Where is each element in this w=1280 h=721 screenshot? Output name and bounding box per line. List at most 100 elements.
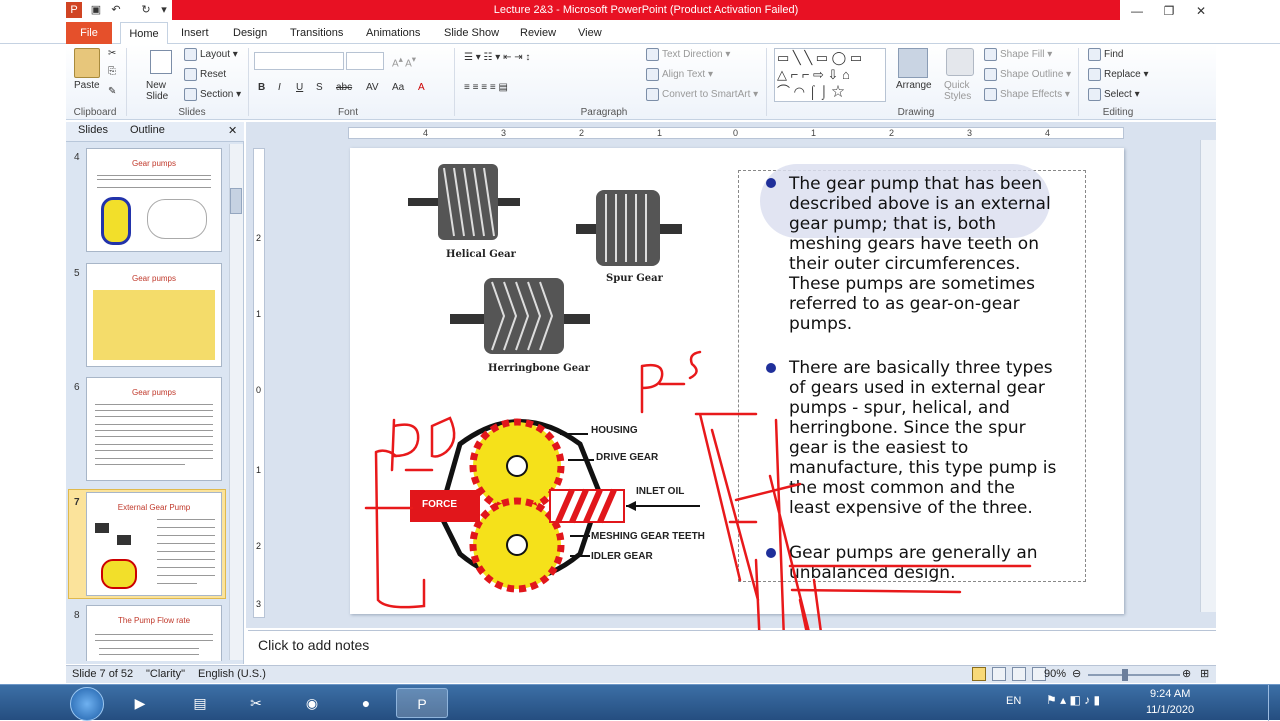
file-explorer-icon[interactable]: ▤	[174, 688, 226, 718]
chrome-icon[interactable]: ◉	[286, 688, 338, 718]
tab-animations[interactable]: Animations	[358, 22, 428, 44]
bullet-text-2[interactable]: There are basically three types of gears…	[789, 358, 1059, 518]
save-icon[interactable]: ▣	[88, 2, 104, 18]
bullets-icon[interactable]: ☰ ▾ ☷ ▾ ⇤ ⇥ ↕	[464, 52, 530, 63]
thumbnail-line	[157, 551, 215, 552]
reset-button[interactable]: Reset	[184, 68, 226, 81]
thumbnail-gear-image	[117, 535, 131, 545]
shape-fill-button[interactable]: Shape Fill ▾	[984, 48, 1052, 61]
tab-review[interactable]: Review	[512, 22, 564, 44]
align-text-button[interactable]: Align Text ▾	[646, 68, 713, 81]
layout-button[interactable]: Layout ▾	[184, 48, 238, 61]
show-desktop-button[interactable]	[1268, 685, 1280, 721]
arrange-icon[interactable]	[898, 48, 928, 78]
font-size-combo[interactable]	[346, 52, 384, 70]
minimize-button[interactable]: —	[1120, 0, 1154, 22]
meshing-teeth-label: MESHING GEAR TEETH	[591, 531, 705, 542]
editor-scrollbar[interactable]	[1200, 140, 1216, 612]
close-button[interactable]: ✕	[1184, 0, 1218, 22]
zoom-level[interactable]: 90%	[1044, 668, 1066, 680]
input-language[interactable]: EN	[1006, 695, 1021, 707]
tab-outline[interactable]: Outline	[130, 124, 165, 136]
tab-design[interactable]: Design	[225, 22, 275, 44]
panel-scrollbar[interactable]	[229, 144, 243, 660]
zoom-out-icon[interactable]: ⊖	[1072, 667, 1081, 680]
fit-slide-icon[interactable]: ⊞	[1200, 667, 1209, 680]
separator	[766, 48, 767, 116]
powerpoint-taskbar-icon[interactable]: P	[396, 688, 448, 718]
restore-button[interactable]: ❐	[1152, 0, 1186, 22]
find-button[interactable]: Find	[1088, 48, 1123, 61]
shapes-gallery[interactable]: ▭ ╲ ╲ ▭ ◯ ▭ △ ⌐ ⌐ ⇨ ⇩ ⌂ ⌒ ◠ ⌠ ⌡ ☆	[774, 48, 886, 102]
quick-styles-icon[interactable]	[946, 48, 974, 76]
reading-view-icon[interactable]	[1012, 667, 1026, 681]
select-button[interactable]: Select ▾	[1088, 88, 1140, 101]
horizontal-ruler[interactable]: 4 3 2 1 0 1 2 3 4	[348, 127, 1124, 139]
strikethrough-button[interactable]: abc	[336, 82, 352, 93]
start-button-icon[interactable]	[70, 687, 104, 721]
media-player-icon[interactable]: ▶	[114, 688, 166, 718]
slide-sorter-icon[interactable]	[992, 667, 1006, 681]
shape-outline-button[interactable]: Shape Outline ▾	[984, 68, 1071, 81]
cut-icon[interactable]: ✂	[108, 48, 116, 59]
tab-view[interactable]: View	[570, 22, 610, 44]
slide-thumbnail-8[interactable]: The Pump Flow rate	[86, 605, 222, 661]
customize-qat-icon[interactable]: ▾	[156, 2, 172, 18]
bold-button[interactable]: B	[258, 82, 265, 93]
close-panel-icon[interactable]: ✕	[228, 124, 237, 137]
tab-file[interactable]: File	[66, 22, 112, 44]
slide-thumbnail-7[interactable]: External Gear Pump	[86, 492, 222, 596]
slide-thumbnail-4[interactable]: Gear pumps	[86, 148, 222, 252]
snipping-tool-icon[interactable]: ✂	[230, 688, 282, 718]
slide-thumbnail-6[interactable]: Gear pumps	[86, 377, 222, 481]
redo-icon[interactable]: ↻	[138, 2, 154, 18]
slide-thumbnail-5[interactable]: Gear pumps	[86, 263, 222, 367]
bullet-text-1[interactable]: The gear pump that has been described ab…	[789, 174, 1059, 334]
font-name-combo[interactable]	[254, 52, 344, 70]
font-color-button[interactable]: A	[418, 82, 425, 93]
thumbnail-line	[157, 567, 215, 568]
tab-transitions[interactable]: Transitions	[282, 22, 351, 44]
vertical-ruler[interactable]: 2 1 0 1 2 3	[253, 148, 265, 618]
tab-insert[interactable]: Insert	[173, 22, 217, 44]
tab-home[interactable]: Home	[120, 22, 168, 44]
grow-font-icon[interactable]: A▴ A▾	[392, 54, 416, 69]
align-icons[interactable]: ≡ ≡ ≡ ≡ ▤	[464, 82, 508, 93]
shape-effects-button[interactable]: Shape Effects ▾	[984, 88, 1070, 101]
text-direction-button[interactable]: Text Direction ▾	[646, 48, 730, 61]
zoom-slider[interactable]	[1088, 674, 1180, 676]
new-slide-button[interactable]: New Slide	[146, 80, 180, 102]
convert-smartart-button[interactable]: Convert to SmartArt ▾	[646, 88, 758, 101]
tray-icons[interactable]: ⚑ ▴ ◧ ♪ ▮	[1046, 693, 1100, 707]
italic-button[interactable]: I	[278, 82, 281, 93]
undo-icon[interactable]: ↶	[108, 2, 124, 18]
quick-styles-button[interactable]: Quick Styles	[944, 80, 980, 102]
section-button[interactable]: Section ▾	[184, 88, 241, 101]
shadow-button[interactable]: S	[316, 82, 323, 93]
arrange-button[interactable]: Arrange	[896, 80, 932, 91]
thumbnail-line	[99, 648, 199, 649]
bullet-text-3[interactable]: Gear pumps are generally an unbalanced d…	[789, 543, 1059, 583]
tab-slide-show[interactable]: Slide Show	[436, 22, 507, 44]
thumbnail-title: Gear pumps	[131, 388, 177, 397]
format-painter-icon[interactable]: ✎	[108, 86, 116, 97]
replace-icon	[1088, 68, 1101, 81]
paste-button[interactable]: Paste	[74, 80, 100, 91]
new-slide-icon[interactable]	[150, 50, 172, 74]
language[interactable]: English (U.S.)	[198, 668, 266, 680]
notes-pane[interactable]: Click to add notes	[248, 630, 1216, 664]
panel-scroll-thumb[interactable]	[230, 188, 242, 214]
paste-icon[interactable]	[74, 48, 100, 78]
zoom-slider-thumb[interactable]	[1122, 669, 1128, 681]
char-spacing-button[interactable]: AV	[366, 82, 379, 93]
zoom-in-icon[interactable]: ⊕	[1182, 667, 1191, 680]
tab-slides[interactable]: Slides	[78, 124, 108, 136]
copy-icon[interactable]: ⎘	[108, 66, 116, 77]
normal-view-icon[interactable]	[972, 667, 986, 681]
ruler-tick: 2	[256, 541, 262, 551]
change-case-button[interactable]: Aa	[392, 82, 404, 93]
ruler-tick: 3	[501, 128, 507, 138]
replace-button[interactable]: Replace ▾	[1088, 68, 1149, 81]
underline-button[interactable]: U	[296, 82, 303, 93]
zoom-app-icon[interactable]: ●	[340, 688, 392, 718]
